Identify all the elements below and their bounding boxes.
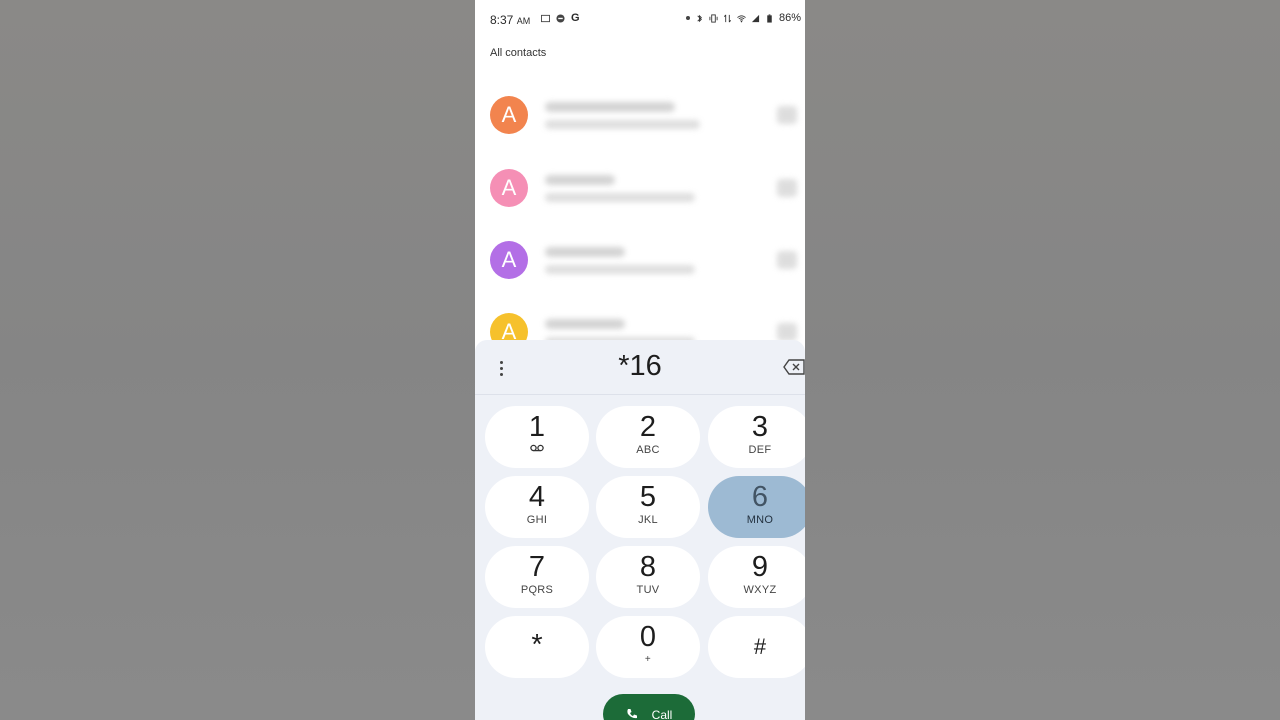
key-digit: 7 (528, 551, 546, 583)
key-digit: 8 (639, 551, 657, 583)
key-digit: 2 (639, 411, 657, 443)
background-left (0, 0, 475, 720)
key-letters: JKL (638, 514, 658, 526)
contact-name-blurred (545, 319, 625, 329)
key-digit: 5 (639, 481, 657, 513)
call-icon[interactable] (777, 251, 797, 269)
call-icon[interactable] (777, 323, 797, 341)
key-letters: TUV (636, 584, 660, 596)
key-digit: 0 (639, 621, 657, 653)
call-label: Call (651, 708, 673, 720)
call-icon[interactable] (777, 106, 797, 124)
bluetooth-icon (697, 14, 702, 22)
status-bar: 8:37 AM G 86% (475, 0, 805, 38)
signal-icon (751, 14, 760, 22)
key-8[interactable]: 8 TUV (596, 546, 700, 608)
dot-icon (685, 16, 690, 20)
contact-number-blurred (545, 265, 695, 274)
key-digit: 4 (528, 481, 546, 513)
contact-row[interactable]: A (475, 96, 805, 156)
key-1[interactable]: 1 (485, 406, 589, 468)
key-letters: GHI (526, 514, 548, 526)
dial-header: *16 (475, 340, 805, 395)
dialpad: *16 1 2 ABC 3 DEF 4 GHI 5 JKL 6 MNO 7 PQ… (475, 340, 805, 720)
contact-row[interactable]: A (475, 241, 805, 301)
voicemail-icon (530, 444, 544, 452)
contact-row[interactable]: A (475, 169, 805, 229)
dialed-number[interactable]: *16 (475, 350, 805, 383)
key-6[interactable]: 6 MNO (708, 476, 805, 538)
contact-name-blurred (545, 175, 615, 185)
data-arrows-icon (723, 14, 731, 22)
battery-percent: 86% (778, 12, 801, 24)
key-2[interactable]: 2 ABC (596, 406, 700, 468)
key-9[interactable]: 9 WXYZ (708, 546, 805, 608)
key-4[interactable]: 4 GHI (485, 476, 589, 538)
key-digit: 3 (751, 411, 769, 443)
key-digit: * (531, 629, 543, 661)
key-5[interactable]: 5 JKL (596, 476, 700, 538)
avatar: A (490, 96, 528, 134)
section-header: All contacts (490, 47, 547, 59)
key-letters: PQRS (520, 584, 554, 596)
contact-name-blurred (545, 247, 625, 257)
contact-number-blurred (545, 120, 700, 129)
system-icons: 86% (685, 12, 801, 24)
key-star[interactable]: * (485, 616, 589, 678)
wifi-icon (737, 14, 746, 22)
key-digit: 6 (751, 481, 769, 513)
google-icon: G (571, 12, 580, 24)
key-letters: WXYZ (743, 584, 777, 596)
status-time: 8:37 AM (490, 13, 531, 27)
avatar: A (490, 241, 528, 279)
key-letters: MNO (746, 514, 774, 526)
vibrate-icon (709, 13, 718, 23)
key-7[interactable]: 7 PQRS (485, 546, 589, 608)
contact-name-blurred (545, 102, 675, 112)
notification-icons: G (541, 12, 580, 24)
phone-screen: 8:37 AM G 86% All contacts A A A A *16 1… (475, 0, 805, 720)
phone-icon (627, 709, 637, 719)
key-letters: DEF (748, 444, 772, 456)
battery-icon (767, 13, 772, 23)
contact-number-blurred (545, 193, 695, 202)
cast-icon (541, 14, 550, 22)
backspace-icon[interactable] (783, 358, 805, 376)
background-right (805, 0, 1280, 720)
avatar: A (490, 169, 528, 207)
messenger-icon (556, 13, 565, 23)
key-hash[interactable]: # (708, 616, 805, 678)
call-icon[interactable] (777, 179, 797, 197)
call-button[interactable]: Call (603, 694, 695, 720)
key-digit: 9 (751, 551, 769, 583)
key-digit: # (753, 634, 767, 659)
key-0[interactable]: 0 + (596, 616, 700, 678)
key-letters: + (644, 654, 652, 665)
key-digit: 1 (528, 411, 546, 443)
key-letters: ABC (636, 444, 660, 456)
key-3[interactable]: 3 DEF (708, 406, 805, 468)
